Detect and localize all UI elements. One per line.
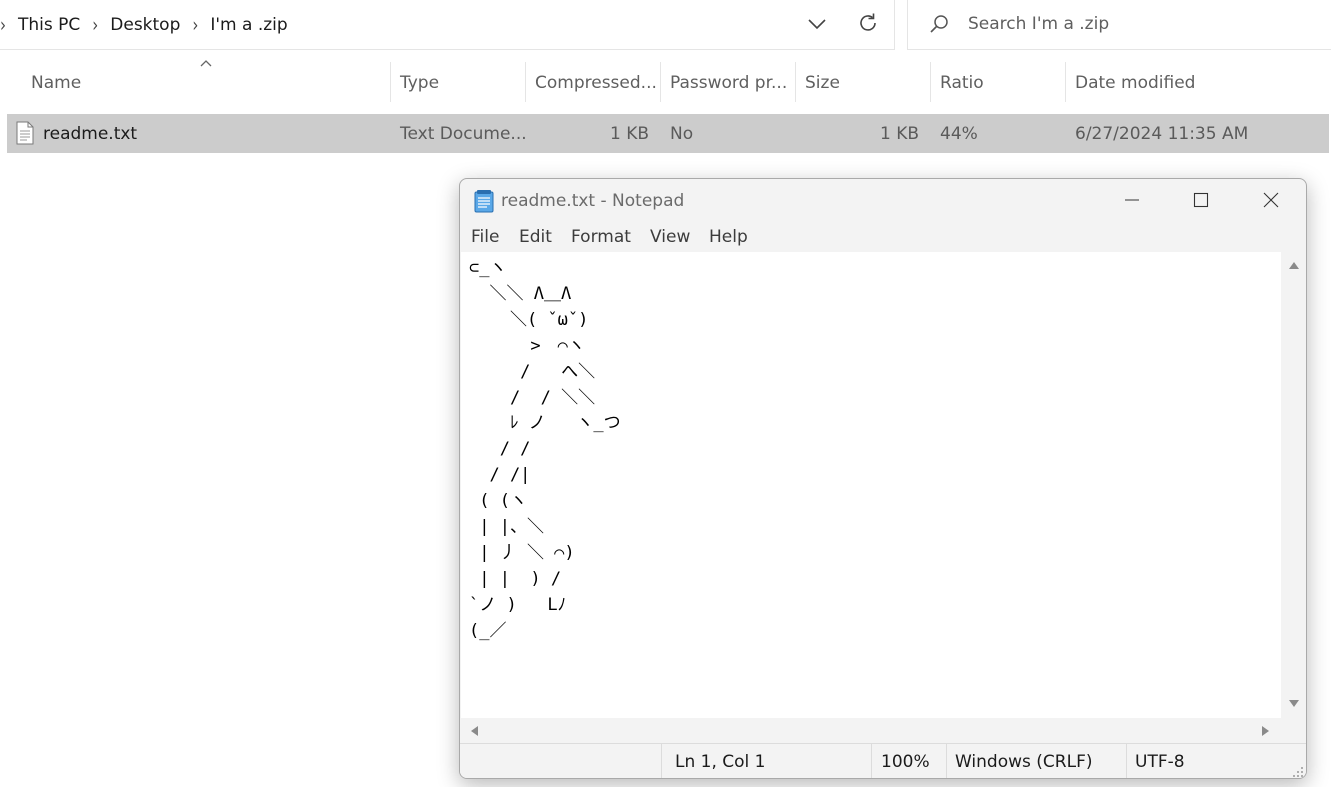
- status-divider: [1126, 744, 1127, 778]
- column-header-type[interactable]: Type: [390, 60, 525, 106]
- refresh-button[interactable]: [855, 10, 881, 36]
- text-file-icon: [16, 121, 34, 145]
- status-divider: [661, 744, 662, 778]
- scroll-down-icon[interactable]: [1288, 699, 1300, 709]
- status-line-ending: Windows (CRLF): [955, 752, 1093, 772]
- chevron-right-icon[interactable]: ›: [0, 13, 6, 36]
- breadcrumb-desktop[interactable]: Desktop: [110, 15, 180, 35]
- notepad-title: readme.txt - Notepad: [501, 191, 685, 211]
- file-compressed-size: 1 KB: [609, 123, 649, 144]
- close-icon: [1263, 192, 1279, 208]
- column-header-name[interactable]: Name: [21, 60, 389, 106]
- menu-view[interactable]: View: [650, 227, 690, 247]
- status-divider: [871, 744, 872, 778]
- vertical-scrollbar[interactable]: [1281, 252, 1306, 718]
- address-history-dropdown[interactable]: [805, 12, 829, 36]
- scroll-left-icon[interactable]: [469, 725, 479, 737]
- status-divider: [946, 744, 947, 778]
- column-header-size[interactable]: Size: [795, 60, 930, 106]
- search-icon: [930, 15, 948, 33]
- column-header-compressed[interactable]: Compressed...: [525, 60, 660, 106]
- file-date-modified: 6/27/2024 11:35 AM: [1075, 123, 1249, 144]
- column-header-date-modified[interactable]: Date modified: [1065, 60, 1331, 106]
- file-size: 1 KB: [879, 123, 919, 144]
- search-field[interactable]: Search I'm a .zip: [907, 0, 1331, 50]
- column-header-ratio[interactable]: Ratio: [930, 60, 1065, 106]
- maximize-button[interactable]: [1167, 179, 1235, 221]
- chevron-down-icon: [808, 19, 826, 30]
- notepad-statusbar: Ln 1, Col 1 100% Windows (CRLF) UTF-8: [460, 743, 1306, 778]
- address-bar[interactable]: › This PC › Desktop › I'm a .zip: [0, 0, 895, 50]
- breadcrumb: › This PC › Desktop › I'm a .zip: [0, 0, 300, 50]
- refresh-icon: [860, 13, 876, 31]
- search-input[interactable]: Search I'm a .zip: [968, 14, 1109, 34]
- scrollbar-corner: [1281, 718, 1306, 743]
- notepad-text-area[interactable]: ⊂_ヽ ＼＼ Λ＿Λ ＼( ˇωˇ) > ⌒ヽ / へ＼ / / ＼＼ ﾚ ノ …: [461, 252, 1281, 718]
- menu-file[interactable]: File: [471, 227, 499, 247]
- scroll-right-icon[interactable]: [1261, 725, 1271, 737]
- status-zoom: 100%: [881, 752, 930, 772]
- file-type: Text Docume...: [400, 123, 527, 144]
- minimize-button[interactable]: [1098, 179, 1166, 221]
- resize-grip-icon[interactable]: [1292, 766, 1304, 778]
- horizontal-scrollbar[interactable]: [461, 718, 1281, 743]
- file-ratio: 44%: [940, 123, 978, 144]
- column-header-password[interactable]: Password pr...: [660, 60, 795, 106]
- breadcrumb-this-pc[interactable]: This PC: [18, 15, 80, 35]
- menu-format[interactable]: Format: [571, 227, 631, 247]
- file-row[interactable]: readme.txt Text Docume... 1 KB No 1 KB 4…: [7, 114, 1329, 153]
- menu-edit[interactable]: Edit: [519, 227, 552, 247]
- breadcrumb-current-folder[interactable]: I'm a .zip: [210, 15, 287, 35]
- document-content[interactable]: ⊂_ヽ ＼＼ Λ＿Λ ＼( ˇωˇ) > ⌒ヽ / へ＼ / / ＼＼ ﾚ ノ …: [469, 256, 621, 645]
- chevron-right-icon[interactable]: ›: [192, 13, 198, 36]
- notepad-app-icon: [474, 190, 494, 213]
- maximize-icon: [1193, 192, 1209, 208]
- chevron-right-icon[interactable]: ›: [92, 13, 98, 36]
- status-encoding: UTF-8: [1135, 752, 1185, 772]
- minimize-icon: [1125, 199, 1139, 201]
- notepad-titlebar[interactable]: readme.txt - Notepad: [460, 179, 1306, 223]
- file-name: readme.txt: [43, 123, 138, 144]
- scroll-up-icon[interactable]: [1288, 260, 1300, 270]
- close-button[interactable]: [1237, 179, 1305, 221]
- notepad-window[interactable]: readme.txt - Notepad File Edit Format Vi…: [459, 178, 1307, 779]
- file-password-protected: No: [670, 123, 694, 144]
- menu-help[interactable]: Help: [709, 227, 748, 247]
- notepad-menubar: File Edit Format View Help: [460, 225, 1306, 253]
- status-cursor-position: Ln 1, Col 1: [675, 752, 766, 772]
